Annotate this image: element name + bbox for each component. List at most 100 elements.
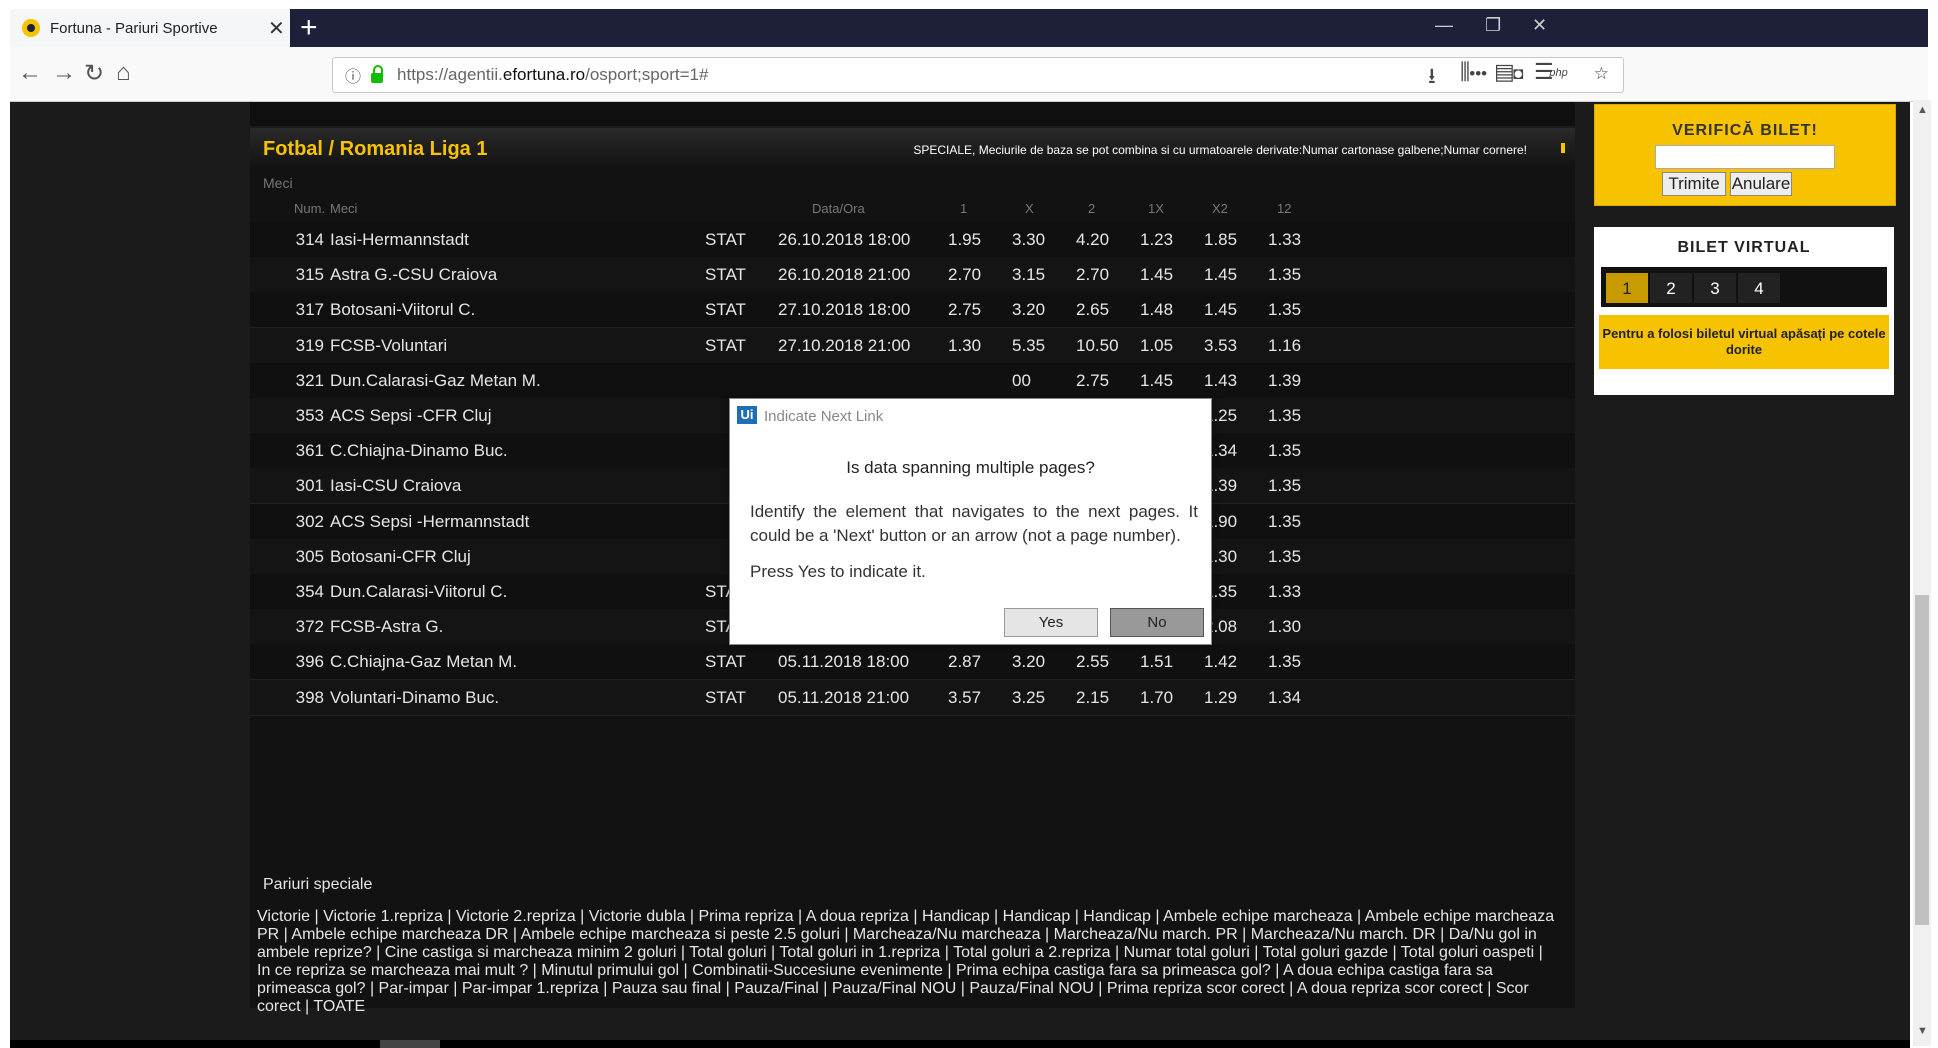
- special-bet-link[interactable]: Pauza/Final NOU: [832, 980, 957, 997]
- special-bet-link[interactable]: Victorie: [257, 908, 310, 925]
- special-bet-link[interactable]: Handicap: [1083, 908, 1151, 925]
- special-bet-link[interactable]: Ambele echipe marcheaza DR: [291, 926, 508, 943]
- special-bet-link[interactable]: Cine castiga si marcheaza minim 2 goluri: [385, 944, 677, 961]
- odds-cell-o12[interactable]: 1.35: [1268, 512, 1301, 532]
- special-bet-link[interactable]: Prima echipa castiga fara sa primeasca g…: [956, 962, 1271, 979]
- reload-icon[interactable]: ↻: [84, 59, 104, 88]
- odds-cell-o1[interactable]: 1.95: [948, 230, 981, 250]
- odds-cell-o2[interactable]: 2.70: [1076, 265, 1109, 285]
- special-bet-link[interactable]: Marcheaza/Nu marcheaza: [853, 926, 1041, 943]
- bilet-tab-4[interactable]: 4: [1738, 273, 1780, 303]
- match-stat[interactable]: STAT: [705, 230, 746, 250]
- special-bet-link[interactable]: Victorie 1.repriza: [323, 908, 443, 925]
- odds-cell-o12[interactable]: 1.33: [1268, 230, 1301, 250]
- odds-cell-o1x[interactable]: 1.45: [1140, 265, 1173, 285]
- page-scrollbar[interactable]: ▲ ▼: [1913, 100, 1931, 1046]
- page-actions-icon[interactable]: •••: [1469, 64, 1487, 84]
- match-stat[interactable]: STAT: [705, 336, 746, 356]
- odds-cell-o1x[interactable]: 1.05: [1140, 336, 1173, 356]
- odds-cell-o1x[interactable]: 1.45: [1140, 371, 1173, 391]
- odds-cell-o12[interactable]: 1.39: [1268, 371, 1301, 391]
- special-bet-link[interactable]: Pauza sau final: [612, 980, 721, 997]
- special-bet-link[interactable]: Combinatii-Succesiune evenimente: [692, 962, 943, 979]
- forward-icon[interactable]: →: [52, 59, 76, 87]
- odds-cell-ox2[interactable]: 3.53: [1204, 336, 1237, 356]
- home-icon[interactable]: ⌂: [116, 59, 131, 87]
- special-bet-link[interactable]: Handicap: [1003, 908, 1071, 925]
- odds-cell-o1x[interactable]: 1.51: [1140, 652, 1173, 672]
- special-bet-link[interactable]: Total goluri oaspeti: [1401, 944, 1534, 961]
- odds-cell-o12[interactable]: 1.35: [1268, 265, 1301, 285]
- ticket-code-input[interactable]: [1655, 145, 1835, 169]
- special-bet-link[interactable]: Handicap: [922, 908, 990, 925]
- odds-cell-o12[interactable]: 1.30: [1268, 617, 1301, 637]
- special-bet-link[interactable]: Marcheaza/Nu march. DR: [1251, 926, 1436, 943]
- special-bet-link[interactable]: Prima repriza scor corect: [1107, 980, 1285, 997]
- odds-cell-ox[interactable]: 3.20: [1012, 300, 1045, 320]
- odds-cell-o2[interactable]: 2.15: [1076, 688, 1109, 708]
- scroll-up-icon[interactable]: ▲: [1917, 104, 1928, 116]
- restore-icon[interactable]: ❐: [1485, 15, 1501, 36]
- info-icon[interactable]: ⓘ: [345, 63, 361, 87]
- odds-cell-o1[interactable]: 2.87: [948, 652, 981, 672]
- match-stat[interactable]: STAT: [705, 688, 746, 708]
- bilet-tab-1[interactable]: 1: [1606, 273, 1648, 303]
- odds-cell-ox2[interactable]: 1.45: [1204, 300, 1237, 320]
- browser-tab[interactable]: Fortuna - Pariuri Sportive ✕: [10, 9, 290, 47]
- special-bet-link[interactable]: Total goluri in 1.repriza: [779, 944, 940, 961]
- odds-cell-o12[interactable]: 1.33: [1268, 582, 1301, 602]
- scroll-thumb[interactable]: [1915, 595, 1929, 925]
- league-title[interactable]: Fotbal / Romania Liga 1: [263, 138, 487, 161]
- bilet-tab-2[interactable]: 2: [1650, 273, 1692, 303]
- odds-cell-ox[interactable]: 3.20: [1012, 652, 1045, 672]
- odds-cell-ox[interactable]: 00: [1012, 371, 1031, 391]
- match-stat[interactable]: STAT: [705, 300, 746, 320]
- bilet-tab-3[interactable]: 3: [1694, 273, 1736, 303]
- odds-cell-o1[interactable]: 3.57: [948, 688, 981, 708]
- odds-cell-ox[interactable]: 3.30: [1012, 230, 1045, 250]
- taskbar-item[interactable]: [380, 1040, 440, 1048]
- odds-cell-ox[interactable]: 5.35: [1012, 336, 1045, 356]
- special-bet-link[interactable]: Total goluri: [689, 944, 766, 961]
- download-icon[interactable]: ⭳: [1428, 59, 1436, 97]
- bookmark-star-icon[interactable]: ☆: [1594, 64, 1609, 84]
- odds-cell-ox[interactable]: 3.15: [1012, 265, 1045, 285]
- odds-cell-ox2[interactable]: 1.43: [1204, 371, 1237, 391]
- tab-close-icon[interactable]: ✕: [268, 16, 285, 41]
- special-bet-link[interactable]: Total goluri gazde: [1263, 944, 1388, 961]
- special-bet-link[interactable]: A doua repriza scor corect: [1297, 980, 1483, 997]
- odds-cell-o1x[interactable]: 1.48: [1140, 300, 1173, 320]
- odds-cell-o12[interactable]: 1.35: [1268, 547, 1301, 567]
- odds-cell-o1x[interactable]: 1.70: [1140, 688, 1173, 708]
- special-bet-link[interactable]: Par-impar 1.repriza: [462, 980, 599, 997]
- special-bet-link[interactable]: Pauza/Final: [734, 980, 819, 997]
- new-tab-icon[interactable]: +: [300, 11, 318, 45]
- special-bet-link[interactable]: TOATE: [313, 998, 365, 1015]
- sidebar-icon[interactable]: ▤: [1494, 59, 1515, 85]
- special-bet-link[interactable]: In ce repriza se marcheaza mai mult ?: [257, 962, 528, 979]
- special-bet-link[interactable]: Pauza/Final NOU: [969, 980, 1094, 997]
- odds-cell-o2[interactable]: 10.50: [1076, 336, 1119, 356]
- special-bet-link[interactable]: Victorie 2.repriza: [456, 908, 576, 925]
- no-button[interactable]: No: [1110, 608, 1204, 637]
- special-bet-link[interactable]: A doua repriza: [806, 908, 909, 925]
- special-bet-link[interactable]: Par-impar: [379, 980, 449, 997]
- odds-cell-o12[interactable]: 1.35: [1268, 652, 1301, 672]
- odds-cell-o12[interactable]: 1.35: [1268, 300, 1301, 320]
- special-bet-link[interactable]: Ambele echipe marcheaza si peste 2.5 gol…: [521, 926, 840, 943]
- url-text[interactable]: https://agentii.efortuna.ro/osport;sport…: [397, 65, 708, 85]
- odds-cell-ox2[interactable]: 1.29: [1204, 688, 1237, 708]
- odds-cell-o2[interactable]: 2.65: [1076, 300, 1109, 320]
- odds-cell-ox[interactable]: 3.25: [1012, 688, 1045, 708]
- odds-cell-ox2[interactable]: 1.45: [1204, 265, 1237, 285]
- odds-cell-o2[interactable]: 4.20: [1076, 230, 1109, 250]
- yes-button[interactable]: Yes: [1004, 608, 1098, 637]
- odds-cell-ox2[interactable]: 1.85: [1204, 230, 1237, 250]
- odds-cell-o2[interactable]: 2.55: [1076, 652, 1109, 672]
- match-stat[interactable]: STAT: [705, 265, 746, 285]
- special-bet-link[interactable]: Victorie dubla: [589, 908, 686, 925]
- odds-cell-o12[interactable]: 1.35: [1268, 406, 1301, 426]
- special-bet-link[interactable]: Ambele echipe marcheaza: [1163, 908, 1352, 925]
- special-bet-link[interactable]: Prima repriza: [698, 908, 793, 925]
- odds-cell-o12[interactable]: 1.35: [1268, 476, 1301, 496]
